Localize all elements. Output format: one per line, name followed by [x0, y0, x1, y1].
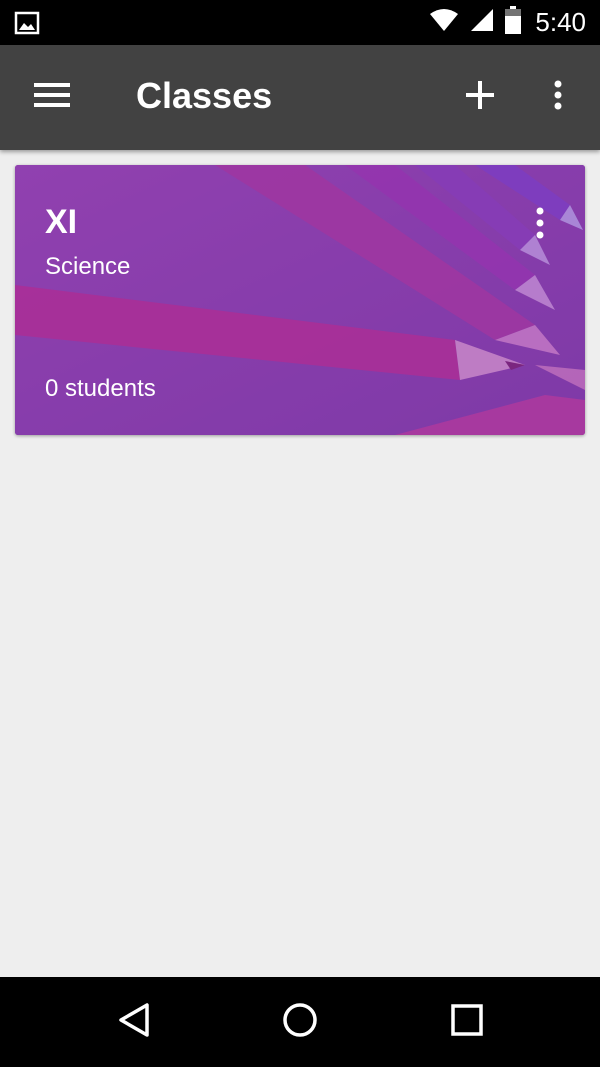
recents-icon — [450, 1003, 484, 1042]
menu-button[interactable] — [22, 67, 82, 127]
add-icon — [465, 80, 495, 115]
navigation-bar — [0, 977, 600, 1067]
cell-signal-icon — [469, 8, 495, 37]
app-bar: Classes — [0, 45, 600, 150]
wifi-icon — [429, 8, 459, 37]
status-time: 5:40 — [535, 7, 586, 37]
menu-icon — [34, 82, 70, 113]
page-title: Classes — [136, 75, 273, 116]
back-icon — [117, 1002, 151, 1043]
class-card-menu-button[interactable] — [520, 203, 560, 247]
class-section: Science — [45, 253, 131, 280]
class-card[interactable]: XI Science 0 students — [15, 165, 585, 435]
recents-button[interactable] — [437, 992, 497, 1052]
battery-icon — [505, 6, 522, 39]
status-right: 5:40 — [429, 0, 586, 45]
status-bar: 5:40 — [0, 0, 600, 45]
image-notification-icon — [14, 10, 40, 36]
class-name: XI — [45, 203, 78, 241]
home-icon — [282, 1002, 318, 1043]
add-class-button[interactable] — [450, 67, 510, 127]
more-vert-icon — [553, 80, 563, 115]
overflow-menu-button[interactable] — [528, 67, 588, 127]
more-vert-icon — [535, 207, 545, 244]
student-count: 0 students — [45, 375, 156, 402]
home-button[interactable] — [270, 992, 330, 1052]
back-button[interactable] — [104, 992, 164, 1052]
